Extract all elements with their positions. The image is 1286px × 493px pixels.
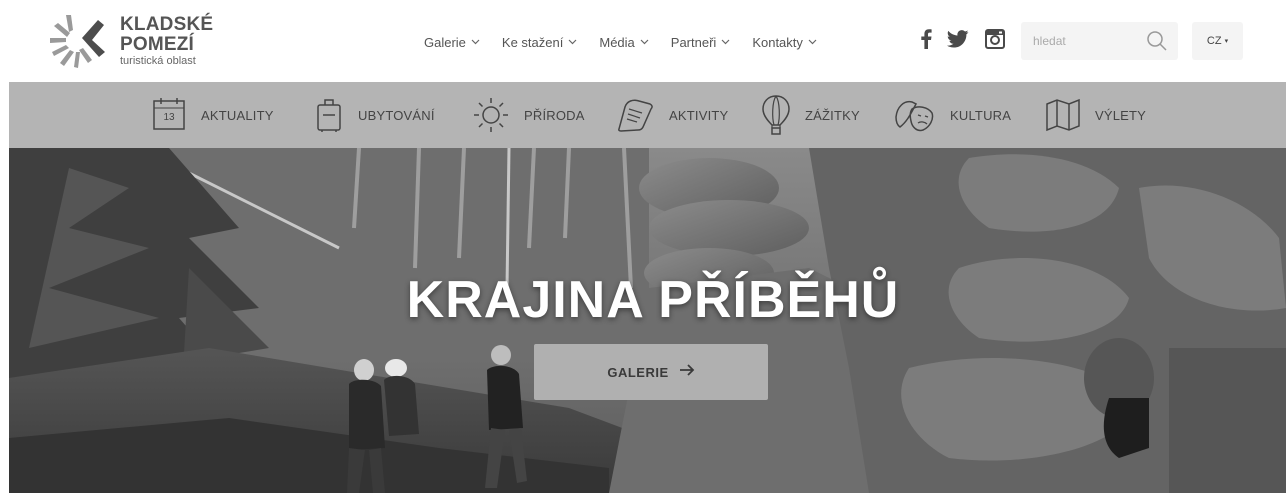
facebook-icon <box>920 28 932 54</box>
chevron-down-icon <box>471 37 480 47</box>
gallery-button-label: GALERIE <box>607 364 669 380</box>
gallery-button[interactable]: GALERIE <box>534 344 768 400</box>
sun-icon <box>472 96 510 134</box>
instagram-icon <box>985 28 1005 54</box>
category-label: AKTUALITY <box>201 107 274 123</box>
suitcase-icon <box>314 97 344 133</box>
chevron-down-icon <box>721 37 730 47</box>
brand-subtitle: turistická oblast <box>120 55 196 67</box>
calendar-icon-day: 13 <box>163 112 175 123</box>
category-label: AKTIVITY <box>669 107 729 123</box>
category-label: KULTURA <box>950 107 1012 123</box>
facebook-link[interactable] <box>914 28 938 54</box>
hero-banner: KRAJINA PŘÍBĚHŮ GALERIE <box>9 148 1286 493</box>
site-header: KLADSKÉ POMEZÍ turistická oblast Galerie… <box>0 0 1286 82</box>
category-item-aktivity[interactable]: AKTIVITY <box>615 82 728 148</box>
chevron-down-icon <box>808 37 817 47</box>
arrow-right-icon <box>679 363 695 381</box>
logo-text: KLADSKÉ POMEZÍ turistická oblast <box>120 14 288 68</box>
topnav-item-ke-stazeni[interactable]: Ke stažení <box>502 35 577 50</box>
topnav-item-label: Kontakty <box>752 34 803 50</box>
map-icon <box>1045 98 1081 132</box>
chevron-down-icon <box>568 37 577 47</box>
category-bar: 13 AKTUALITY UBYTOVÁNÍ PŘÍRODA AKTIVITY … <box>9 82 1286 148</box>
category-item-aktuality[interactable]: 13 AKTUALITY <box>151 82 274 148</box>
shoe-icon <box>615 97 655 133</box>
category-item-zazitky[interactable]: ZÁŽITKY <box>761 82 860 148</box>
category-label: PŘÍRODA <box>524 107 585 123</box>
topnav-item-label: Partneři <box>670 34 717 50</box>
calendar-icon: 13 <box>151 97 187 133</box>
logo-link[interactable]: KLADSKÉ POMEZÍ turistická oblast <box>48 12 288 70</box>
balloon-icon <box>761 94 791 136</box>
search-icon[interactable] <box>1146 30 1168 52</box>
language-current: CZ <box>1206 35 1222 47</box>
caret-down-icon: ▾ <box>1224 38 1229 45</box>
topnav-item-label: Galerie <box>424 34 466 50</box>
category-item-vylety[interactable]: VÝLETY <box>1045 82 1146 148</box>
chevron-down-icon <box>640 37 649 47</box>
topnav-item-media[interactable]: Média <box>599 34 649 50</box>
search-input[interactable] <box>1021 22 1136 60</box>
topnav-item-kontakty[interactable]: Kontakty <box>752 35 817 50</box>
twitter-icon <box>946 29 969 53</box>
topnav-item-label: Ke stažení <box>501 34 564 50</box>
topnav-item-galerie[interactable]: Galerie <box>424 35 480 50</box>
category-label: VÝLETY <box>1095 107 1147 123</box>
category-label: UBYTOVÁNÍ <box>358 107 435 123</box>
hero-title: KRAJINA PŘÍBĚHŮ <box>406 271 900 329</box>
masks-icon <box>894 97 936 133</box>
category-item-priroda[interactable]: PŘÍRODA <box>472 82 585 148</box>
topnav-item-partneri[interactable]: Partneři <box>671 35 731 50</box>
search-box <box>1021 22 1178 60</box>
brand-title: KLADSKÉ POMEZÍ <box>120 14 214 55</box>
instagram-link[interactable] <box>983 28 1007 54</box>
top-navigation: Galerie Ke stažení Média Partneři Kontak… <box>424 32 839 52</box>
logo-star-icon <box>48 12 110 70</box>
category-item-kultura[interactable]: KULTURA <box>894 82 1011 148</box>
category-label: ZÁŽITKY <box>805 107 860 123</box>
topnav-item-label: Média <box>599 34 635 50</box>
category-item-ubytovani[interactable]: UBYTOVÁNÍ <box>314 82 435 148</box>
twitter-link[interactable] <box>946 29 970 53</box>
language-selector[interactable]: CZ ▾ <box>1192 22 1243 60</box>
